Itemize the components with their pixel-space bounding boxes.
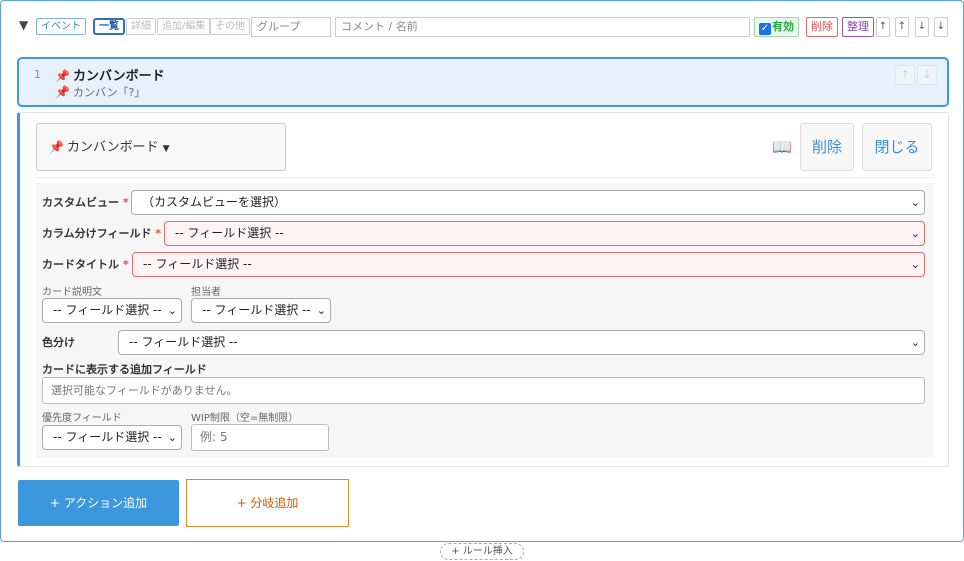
item-title: 📌 カンバンボード xyxy=(55,69,165,84)
card-desc-label: カード説明文 xyxy=(42,287,102,298)
caret-down-icon: ▼ xyxy=(162,144,170,154)
card-title-select[interactable]: -- フィールド選択 -- ⌄ xyxy=(132,252,925,277)
chip-event[interactable]: イベント xyxy=(36,18,86,35)
custom-view-select[interactable]: （カスタムビューを選択） ⌄ xyxy=(131,190,925,215)
wip-input[interactable]: 例: 5 xyxy=(191,424,329,451)
chevron-down-icon: ⌄ xyxy=(910,336,920,349)
priority-label: 優先度フィールド xyxy=(42,413,122,424)
item-subtitle: 📌 カンバン「?」 xyxy=(55,85,146,99)
chevron-down-icon: ⌄ xyxy=(910,227,920,240)
chip-add-edit[interactable]: 追加/編集 xyxy=(157,18,211,35)
pin-icon: 📌 xyxy=(55,69,70,83)
custom-view-label: カスタムビュー * xyxy=(42,196,129,209)
checkbox-icon[interactable]: ✓ xyxy=(759,23,771,35)
action-editor: 📌 カンバンボード ▼ 📖 削除 閉じる カスタムビュー * （カスタムビューを選択… xyxy=(17,112,949,467)
group-input[interactable]: グループ xyxy=(251,17,331,37)
pin-icon: 📌 xyxy=(55,85,70,99)
pin-icon: 📌 xyxy=(49,140,64,154)
column-field-select[interactable]: -- フィールド選択 -- ⌄ xyxy=(164,221,925,246)
extra-fields-label: カードに表示する追加フィールド xyxy=(42,363,207,376)
move-up-button[interactable]: ↑ xyxy=(895,17,909,37)
close-editor-button[interactable]: 閉じる xyxy=(862,123,932,171)
chip-detail[interactable]: 詳細 xyxy=(126,18,156,35)
form-area: カスタムビュー * （カスタムビューを選択） ⌄ カラム分けフィールド * -- … xyxy=(36,183,934,458)
divider xyxy=(36,177,934,178)
card-title-label: カードタイトル * xyxy=(42,258,129,271)
card-desc-select[interactable]: -- フィールド選択 -- ⌄ xyxy=(42,298,182,323)
item-number: 1 xyxy=(34,68,41,81)
move-down-button[interactable]: ↓ xyxy=(915,17,929,37)
chevron-down-icon: ⌄ xyxy=(910,258,920,271)
assignee-label: 担当者 xyxy=(191,287,221,298)
assignee-select[interactable]: -- フィールド選択 -- ⌄ xyxy=(191,298,331,323)
rule-card: ▼ イベント 一覧 詳細 追加/編集 その他 グループ コメント / 名前 ✓ 有… xyxy=(0,0,964,542)
chevron-down-icon: ⌄ xyxy=(167,431,177,444)
chip-list[interactable]: 一覧 xyxy=(93,18,125,35)
add-branch-button[interactable]: + 分岐追加 xyxy=(186,479,349,527)
insert-rule-button[interactable]: + ルール挿入 xyxy=(440,543,524,560)
delete-rule-button[interactable]: 削除 xyxy=(806,17,838,37)
chevron-down-icon: ⌄ xyxy=(316,304,326,317)
chevron-down-icon: ⌄ xyxy=(167,304,177,317)
color-label: 色分け xyxy=(42,336,75,349)
action-item[interactable]: 1 📌 カンバンボード 📌 カンバン「?」 ↑ ↓ xyxy=(17,57,949,107)
extra-fields-box: 選択可能なフィールドがありません。 xyxy=(42,377,925,404)
add-action-button[interactable]: + アクション追加 xyxy=(18,480,179,526)
chip-other[interactable]: その他 xyxy=(210,18,250,35)
action-type-select[interactable]: 📌 カンバンボード ▼ xyxy=(36,123,286,171)
organize-button[interactable]: 整理 xyxy=(842,17,874,37)
item-up-button[interactable]: ↑ xyxy=(895,65,915,85)
comment-input[interactable]: コメント / 名前 xyxy=(335,17,750,37)
collapse-toggle-icon[interactable]: ▼ xyxy=(19,18,28,32)
delete-action-button[interactable]: 削除 xyxy=(800,123,854,171)
priority-select[interactable]: -- フィールド選択 -- ⌄ xyxy=(42,425,182,450)
chevron-down-icon: ⌄ xyxy=(910,196,920,209)
move-top-button[interactable]: ↑ xyxy=(876,17,890,37)
item-down-button[interactable]: ↓ xyxy=(917,65,937,85)
enabled-label: 有効 xyxy=(772,20,794,33)
enabled-toggle[interactable]: ✓ 有効 xyxy=(754,17,799,37)
color-select[interactable]: -- フィールド選択 -- ⌄ xyxy=(118,330,925,355)
move-bottom-button[interactable]: ↓ xyxy=(934,17,948,37)
column-field-label: カラム分けフィールド * xyxy=(42,227,162,240)
wip-label: WIP制限（空=無制限） xyxy=(191,413,299,424)
book-icon[interactable]: 📖 xyxy=(772,137,792,156)
